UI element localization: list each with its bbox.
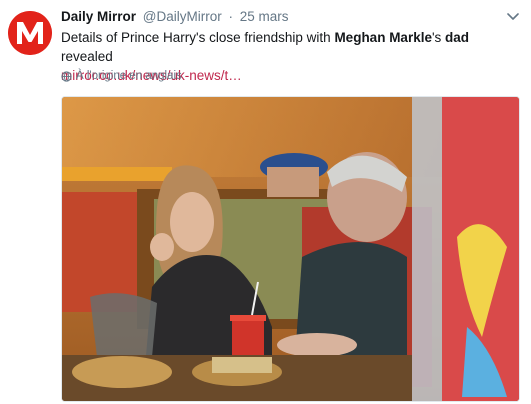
translate-label: À l'origine en anglais xyxy=(76,70,182,82)
photo-illustration xyxy=(62,97,519,401)
tweet-header: Daily Mirror @DailyMirror · 25 mars xyxy=(61,9,501,29)
author-handle[interactable]: @DailyMirror xyxy=(143,9,222,24)
tweet-text-part: Details of Prince Harry's close friendsh… xyxy=(61,30,335,45)
avatar[interactable] xyxy=(8,11,52,55)
tweet-text-part: revealed xyxy=(61,49,113,64)
globe-icon xyxy=(61,70,72,82)
tweet-card[interactable]: Daily Mirror @DailyMirror · 25 mars Deta… xyxy=(0,0,531,404)
author-name[interactable]: Daily Mirror xyxy=(61,9,136,24)
tweet-text-part: 's xyxy=(431,30,446,45)
chevron-down-icon[interactable] xyxy=(507,13,519,21)
translate-row[interactable]: À l'origine en anglais xyxy=(61,70,182,82)
tweet-photo[interactable] xyxy=(61,96,520,402)
tweet-text-bold: dad xyxy=(445,30,470,45)
tweet-text-bold: Meghan Markle xyxy=(334,30,432,45)
daily-mirror-logo-icon xyxy=(8,11,52,55)
header-separator: · xyxy=(228,9,234,24)
tweet-date[interactable]: 25 mars xyxy=(240,9,289,24)
